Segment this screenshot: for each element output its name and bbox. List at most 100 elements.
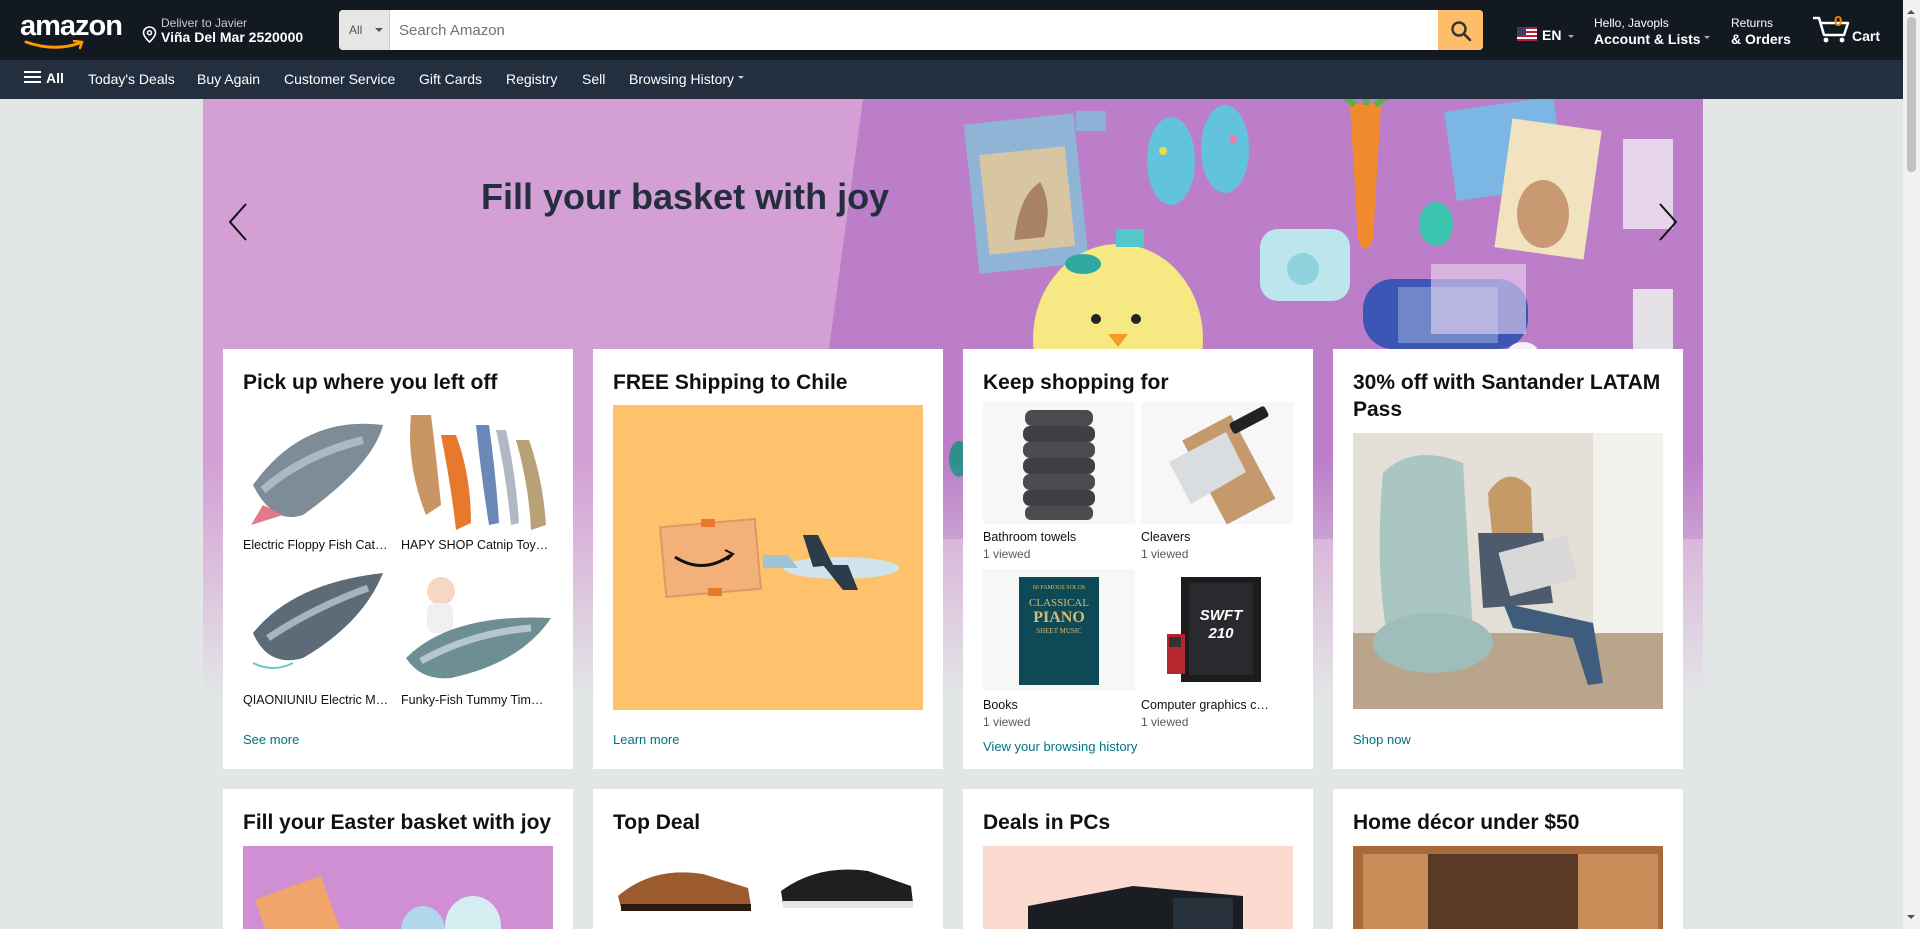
nav-customer-service[interactable]: Customer Service	[284, 71, 395, 87]
free-shipping-image[interactable]	[613, 405, 923, 710]
chevron-down-icon	[375, 28, 383, 36]
piano-book-cover: 60 FAMOUS SOLOS CLASSICAL PIANO SHEET MU…	[1019, 577, 1099, 685]
product-title[interactable]: QIAONIUNIU Electric M…	[243, 693, 395, 707]
fish-toy-image	[251, 423, 383, 525]
hamburger-menu-icon	[24, 70, 42, 84]
all-menu-button[interactable]: All	[24, 70, 64, 86]
returns-label: Returns	[1731, 16, 1774, 30]
category-label[interactable]: Cleavers	[1141, 530, 1293, 544]
pc-deal-image[interactable]	[983, 846, 1293, 929]
card-title: Pick up where you left off	[243, 371, 498, 394]
santander-offer-image[interactable]	[1353, 433, 1663, 709]
search-category-label: All	[349, 23, 363, 37]
carousel-next-arrow-icon[interactable]	[1657, 202, 1679, 242]
boxes-image	[1353, 846, 1663, 929]
category-thumbnail[interactable]: 60 FAMOUS SOLOS CLASSICAL PIANO SHEET MU…	[983, 569, 1135, 691]
logo-text: amazon	[20, 10, 123, 42]
easter-basket-image[interactable]	[243, 846, 553, 929]
viewed-count: 1 viewed	[983, 547, 1031, 561]
cleaver-image	[1169, 406, 1276, 524]
scrollbar-thumb[interactable]	[1907, 17, 1916, 172]
orders-label: & Orders	[1731, 31, 1791, 47]
book-cover-line: CLASSICAL	[1029, 597, 1089, 609]
learn-more-link[interactable]: Learn more	[613, 732, 679, 747]
home-decor-image[interactable]	[1353, 846, 1663, 929]
nav-todays-deals[interactable]: Today's Deals	[88, 71, 175, 87]
card-title: Fill your Easter basket with joy	[243, 811, 552, 834]
card-pick-up-where-you-left-off: Pick up where you left off Electric Flop…	[223, 349, 573, 769]
easter-items-image	[254, 875, 501, 929]
chevron-down-icon	[1568, 35, 1574, 41]
scroll-up-arrow-icon[interactable]	[1907, 6, 1915, 14]
page-scrollbar[interactable]	[1903, 0, 1920, 929]
shop-now-link[interactable]: Shop now	[1353, 732, 1411, 747]
secondary-navbar: All Today's Deals Buy Again Customer Ser…	[0, 60, 1920, 99]
viewed-count: 1 viewed	[1141, 715, 1189, 729]
top-deal-image[interactable]	[613, 846, 923, 929]
hero-title: Fill your basket with joy	[481, 176, 890, 217]
nav-gift-cards[interactable]: Gift Cards	[419, 71, 482, 87]
cart-count: 0	[1834, 13, 1843, 30]
towels-image	[1023, 410, 1095, 520]
product-thumbnail[interactable]	[243, 563, 395, 693]
product-thumbnail[interactable]	[401, 405, 553, 535]
chevron-down-icon	[738, 76, 745, 82]
electric-fish-toy-image	[252, 573, 383, 669]
account-greeting: Hello, Javopls	[1594, 16, 1669, 30]
category-thumbnail[interactable]: SWFT 210	[1141, 569, 1293, 691]
search-input[interactable]	[390, 10, 1420, 50]
us-flag-icon	[1517, 27, 1537, 41]
book-cover-line: 60 FAMOUS SOLOS	[1032, 585, 1086, 591]
card-title: Home décor under $50	[1353, 811, 1580, 834]
gpu-label-text: SWFT 210	[1199, 607, 1243, 642]
nav-browsing-history[interactable]: Browsing History	[629, 71, 745, 87]
card-santander-offer: 30% off with Santander LATAM Pass Shop n…	[1333, 349, 1683, 769]
card-home-decor: Home décor under $50	[1333, 789, 1683, 929]
category-label[interactable]: Computer graphics c…	[1141, 698, 1293, 712]
product-title[interactable]: HAPY SHOP Catnip Toy…	[401, 538, 553, 552]
category-label[interactable]: Bathroom towels	[983, 530, 1135, 544]
smile-arrow-icon	[24, 40, 84, 50]
card-deals-in-pcs: Deals in PCs	[963, 789, 1313, 929]
location-pin-icon	[142, 26, 157, 43]
product-thumbnail[interactable]	[243, 405, 395, 535]
nav-buy-again[interactable]: Buy Again	[197, 71, 260, 87]
category-label[interactable]: Books	[983, 698, 1135, 712]
category-thumbnail[interactable]	[983, 402, 1135, 524]
product-title[interactable]: Electric Floppy Fish Cat…	[243, 538, 395, 552]
book-cover-line: SHEET MUSIC	[1036, 627, 1082, 635]
cart-label: Cart	[1852, 28, 1881, 44]
amazon-logo[interactable]: amazon	[20, 10, 123, 50]
chevron-down-icon	[1703, 36, 1710, 42]
viewed-count: 1 viewed	[983, 715, 1031, 729]
gaming-pc-image	[1028, 886, 1243, 929]
search-icon	[1451, 21, 1472, 42]
catnip-fish-toys-image	[410, 415, 546, 530]
card-keep-shopping-for: Keep shopping for Bathroom towels 1 view…	[963, 349, 1313, 769]
view-browsing-history-link[interactable]: View your browsing history	[983, 739, 1137, 754]
carousel-prev-arrow-icon[interactable]	[227, 202, 249, 242]
card-title: FREE Shipping to Chile	[613, 371, 848, 394]
category-thumbnail[interactable]	[1141, 402, 1293, 524]
nav-registry[interactable]: Registry	[506, 71, 557, 87]
see-more-link[interactable]: See more	[243, 732, 299, 747]
product-title[interactable]: Funky-Fish Tummy Tim…	[401, 693, 553, 707]
card-top-deal: Top Deal	[593, 789, 943, 929]
returns-and-orders[interactable]: Returns & Orders	[1731, 16, 1791, 47]
deliver-to-label: Deliver to Javier	[161, 16, 248, 30]
nav-sell[interactable]: Sell	[582, 71, 605, 87]
card-easter-basket: Fill your Easter basket with joy	[223, 789, 573, 929]
product-thumbnail[interactable]	[401, 563, 553, 693]
search-bar: All	[339, 10, 1483, 50]
card-title: Deals in PCs	[983, 811, 1111, 834]
funky-fish-toy-image	[406, 577, 551, 679]
cart-button[interactable]: 0 Cart	[1812, 12, 1882, 48]
account-label: Account & Lists	[1594, 31, 1701, 47]
viewed-count: 1 viewed	[1141, 547, 1189, 561]
scroll-down-arrow-icon[interactable]	[1907, 915, 1915, 923]
all-menu-label: All	[46, 70, 64, 86]
search-button[interactable]	[1438, 10, 1483, 50]
search-category-dropdown[interactable]: All	[339, 10, 390, 50]
account-and-lists[interactable]: Hello, Javopls Account & Lists	[1594, 16, 1710, 47]
card-title: Top Deal	[613, 811, 701, 834]
